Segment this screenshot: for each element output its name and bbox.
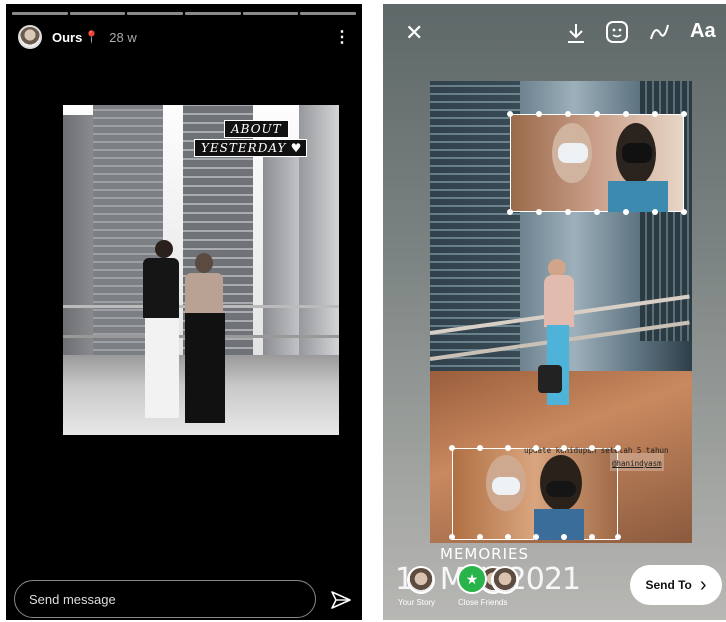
- yesterday-sticker: YESTERDAY ♥: [194, 139, 308, 157]
- sticker-icon[interactable]: [605, 20, 629, 44]
- more-options-icon[interactable]: ⋮: [334, 27, 350, 47]
- story-photo: ABOUT YESTERDAY ♥: [63, 105, 339, 435]
- collage-photo: update kehidupan setelah 5 tahun @hanind…: [430, 81, 692, 543]
- story-header: Ours 📍 28 w ⋮: [18, 24, 350, 50]
- close-icon[interactable]: ✕: [405, 20, 423, 46]
- draw-icon[interactable]: [648, 21, 672, 43]
- close-friends-star-icon[interactable]: ★: [457, 564, 487, 594]
- pin-icon: 📍: [84, 30, 100, 44]
- send-to-button[interactable]: Send To ›: [630, 565, 722, 605]
- heart-icon: ♥: [290, 141, 303, 155]
- mention-tag[interactable]: @hanindyasm: [612, 459, 662, 468]
- story-viewer: Ours 📍 28 w ⋮ ABOUT YESTERDAY ♥ Send mes…: [6, 4, 362, 620]
- your-story-label[interactable]: Your Story: [398, 598, 435, 607]
- your-story-avatar[interactable]: [407, 566, 435, 594]
- story-editor: ✕ Aa update kehidupan setelah 5 tahun @h…: [383, 4, 726, 620]
- post-time: 28 w: [109, 29, 137, 45]
- friend-avatar-2: [491, 566, 519, 594]
- story-progress-bars: [12, 12, 357, 15]
- send-to-label: Send To: [645, 578, 692, 592]
- message-placeholder: Send message: [29, 591, 116, 607]
- about-sticker: ABOUT: [224, 120, 289, 138]
- username[interactable]: Ours: [52, 30, 82, 45]
- send-icon[interactable]: [330, 590, 352, 610]
- text-tool-icon[interactable]: Aa: [690, 20, 716, 43]
- chevron-right-icon: ›: [699, 574, 707, 596]
- send-message-input[interactable]: Send message: [14, 580, 316, 618]
- memories-label: MEMORIES: [440, 545, 530, 563]
- download-icon[interactable]: [566, 22, 586, 44]
- profile-avatar[interactable]: [18, 25, 42, 49]
- yesterday-text: YESTERDAY: [201, 141, 287, 155]
- close-friends-label[interactable]: Close Friends: [458, 598, 507, 607]
